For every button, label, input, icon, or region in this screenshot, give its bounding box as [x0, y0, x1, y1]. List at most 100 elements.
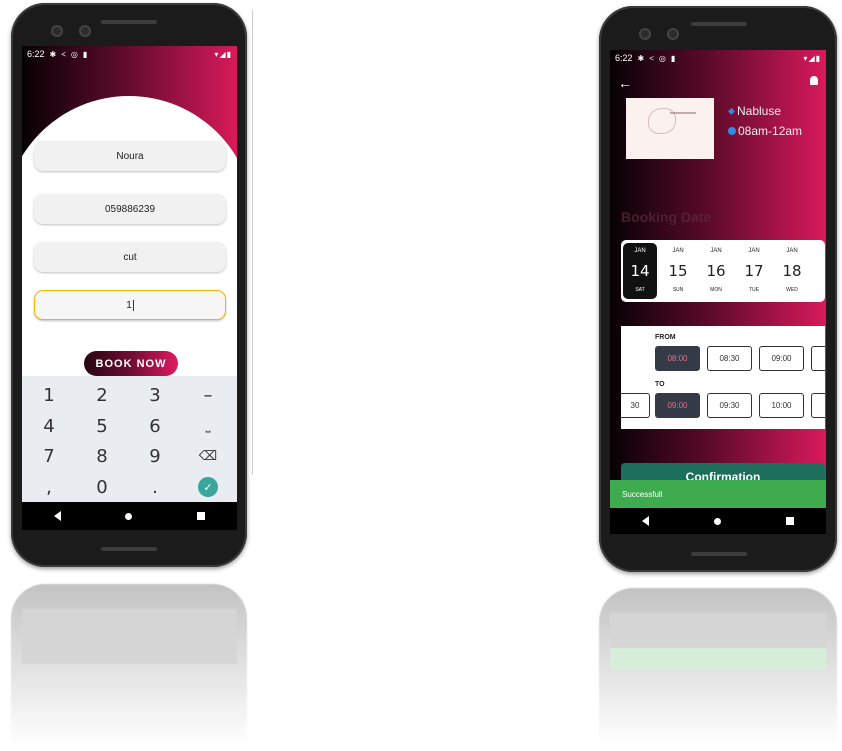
settings-icon: ✱	[637, 53, 645, 63]
done-check-glyph: ✓	[198, 477, 218, 497]
left-screen: 6:22 ✱ < ◎ ▮ ▾◢▮ Noura 059886239 cut 1 B…	[22, 46, 237, 530]
from-slot[interactable]: 08:00	[655, 346, 700, 371]
key-comma[interactable]: ,	[24, 473, 74, 501]
from-slot[interactable]: 08:30	[707, 346, 752, 371]
date-month: JAN	[634, 248, 646, 254]
key-9[interactable]: 9	[130, 442, 180, 470]
booking-date-heading: Booking Date	[621, 209, 712, 225]
key-5[interactable]: 5	[77, 412, 127, 440]
key-2[interactable]: 2	[77, 381, 127, 409]
done-check-icon[interactable]: ✓	[183, 473, 233, 501]
home-icon[interactable]	[125, 512, 133, 520]
location-row: ⬥ Nabluse	[728, 104, 781, 118]
date-selector: JAN 14 SAT JAN 15 SUN JAN 16 MON JAN 17 …	[621, 240, 825, 302]
signal-battery-icons: ▾◢▮	[214, 49, 232, 59]
date-day: 16	[706, 261, 726, 280]
bottom-speaker	[691, 552, 747, 556]
to-slot[interactable]: 10:00	[759, 393, 804, 418]
key-8[interactable]: 8	[77, 442, 127, 470]
date-day: 17	[744, 261, 764, 280]
left-phone: 6:22 ✱ < ◎ ▮ ▾◢▮ Noura 059886239 cut 1 B…	[11, 3, 247, 567]
date-weekday: MON	[710, 287, 722, 293]
date-day: 18	[782, 261, 802, 280]
date-item[interactable]: JAN 15 SUN	[661, 243, 695, 299]
date-day: 15	[668, 261, 688, 280]
book-now-button[interactable]: BOOK NOW	[84, 351, 178, 376]
space-key-icon[interactable]: ⎵	[183, 412, 233, 440]
reflection-navbar	[22, 609, 237, 664]
date-item[interactable]: JAN 14 SAT	[623, 243, 657, 299]
back-icon[interactable]	[54, 511, 62, 521]
time-selector: FROM 08:00 08:30 09:00 TO 30 09:00 09:30…	[621, 326, 825, 429]
phone-field-value: 059886239	[104, 203, 156, 215]
date-month: JAN	[786, 248, 798, 254]
status-bar: 6:22 ✱ < ◎ ▮ ▾◢▮	[610, 50, 826, 66]
key-1[interactable]: 1	[24, 381, 74, 409]
date-day: 14	[630, 261, 650, 280]
to-slot[interactable]: 09:00	[655, 393, 700, 418]
left-phone-reflection	[11, 584, 247, 744]
home-icon[interactable]	[713, 517, 721, 525]
quantity-field[interactable]: 1	[34, 290, 226, 320]
from-slot-partial[interactable]	[811, 346, 825, 371]
sd-card-icon: ▮	[82, 49, 88, 59]
signal-battery-icons: ▾◢▮	[803, 53, 821, 63]
service-field-value: cut	[123, 251, 137, 263]
key-3[interactable]: 3	[130, 381, 180, 409]
date-item[interactable]: JAN 18 WED	[775, 243, 809, 299]
recents-icon[interactable]	[785, 517, 794, 525]
from-slot[interactable]: 09:00	[759, 346, 804, 371]
front-camera	[639, 28, 651, 40]
date-month: JAN	[710, 248, 722, 254]
notification-bell-icon[interactable]	[810, 76, 818, 85]
status-time: 6:22	[615, 53, 633, 63]
salon-logo-script	[670, 112, 696, 114]
sync-icon: ◎	[658, 53, 666, 63]
to-slot-partial[interactable]	[811, 393, 825, 418]
location-pin-icon: ⬥	[728, 105, 735, 117]
key-period[interactable]: .	[130, 473, 180, 501]
snackbar-text: Successfull	[622, 489, 663, 499]
from-label: FROM	[655, 334, 676, 341]
to-label: TO	[655, 381, 665, 388]
right-phone: 6:22 ✱ < ◎ ▮ ▾◢▮ ← ⬥ Nabluse 08am-12am B…	[599, 6, 837, 572]
key-6[interactable]: 6	[130, 412, 180, 440]
numeric-keypad: 1 2 3 – 4 5 6 ⎵ 7 8 9 ⌫ , 0 . ✓	[22, 376, 237, 502]
hours-text: 08am-12am	[738, 124, 803, 138]
back-icon[interactable]	[642, 516, 650, 526]
quantity-field-value: 1	[126, 299, 132, 311]
right-screen: 6:22 ✱ < ◎ ▮ ▾◢▮ ← ⬥ Nabluse 08am-12am B…	[610, 50, 826, 534]
reflection-navbar	[610, 613, 826, 648]
salon-image	[626, 98, 714, 159]
key-7[interactable]: 7	[24, 442, 74, 470]
back-arrow-icon[interactable]: ←	[618, 75, 632, 91]
key-minus[interactable]: –	[183, 381, 233, 409]
hours-row: 08am-12am	[728, 124, 802, 138]
date-month: JAN	[672, 248, 684, 254]
to-slot[interactable]: 09:30	[707, 393, 752, 418]
front-camera	[79, 25, 91, 37]
date-item[interactable]: JAN 17 TUE	[737, 243, 771, 299]
name-field[interactable]: Noura	[34, 141, 226, 171]
bottom-speaker	[101, 547, 157, 551]
to-slot-partial[interactable]: 30	[621, 393, 650, 418]
recents-icon[interactable]	[196, 512, 205, 520]
share-icon: <	[649, 53, 654, 63]
location-text: Nabluse	[737, 104, 782, 118]
earpiece	[101, 20, 157, 24]
backspace-icon[interactable]: ⌫	[183, 442, 233, 470]
date-month: JAN	[748, 248, 760, 254]
sync-icon: ◎	[70, 49, 78, 59]
clock-icon	[728, 127, 736, 135]
service-field[interactable]: cut	[34, 242, 226, 272]
key-0[interactable]: 0	[77, 473, 127, 501]
phone-field[interactable]: 059886239	[34, 194, 226, 224]
date-weekday: WED	[786, 287, 798, 293]
date-item[interactable]: JAN 16 MON	[699, 243, 733, 299]
sd-card-icon: ▮	[670, 53, 676, 63]
reflection-snackbar	[610, 648, 826, 670]
date-weekday: TUE	[749, 287, 759, 293]
key-4[interactable]: 4	[24, 412, 74, 440]
earpiece	[691, 22, 747, 26]
status-time: 6:22	[27, 49, 45, 59]
